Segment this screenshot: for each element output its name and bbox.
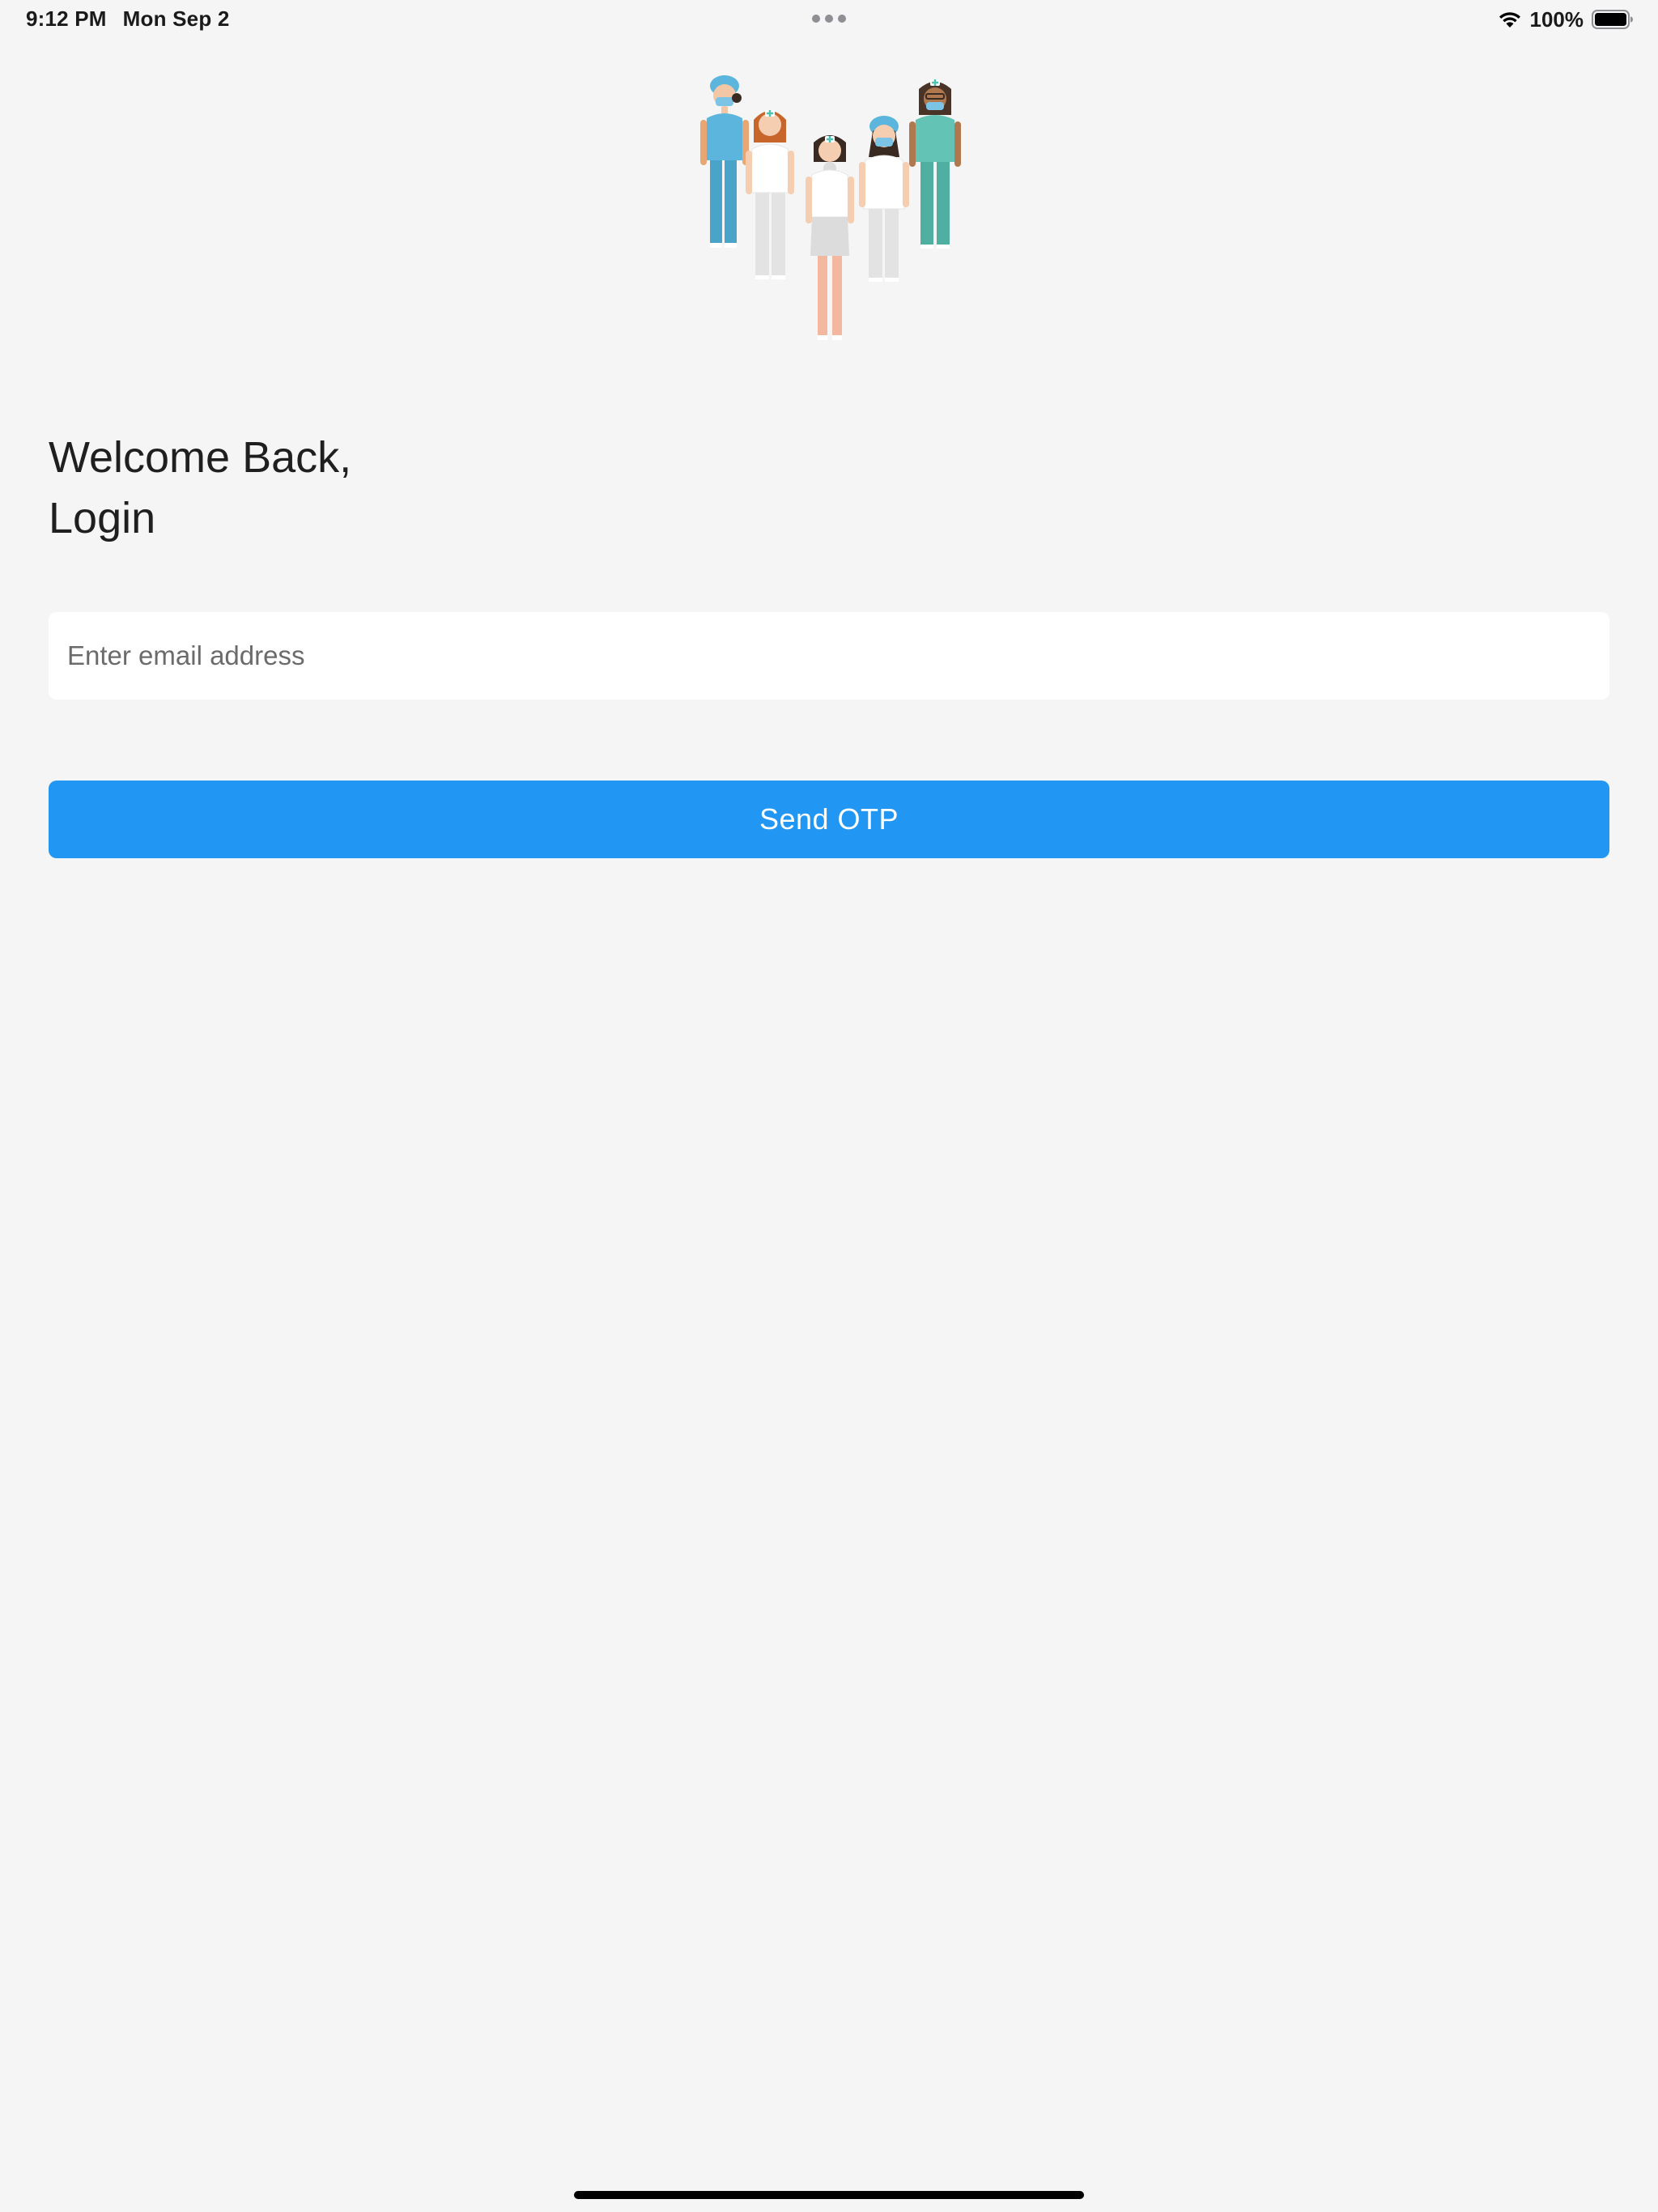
doctor-figure-1 [700, 75, 749, 248]
send-otp-button[interactable]: Send OTP [49, 781, 1609, 858]
nurse-figure-2 [746, 110, 794, 279]
welcome-heading: Welcome Back, Login [49, 428, 351, 549]
status-indicators: 100% [1498, 6, 1635, 32]
heading-line-login: Login [49, 494, 156, 542]
heading-line-welcome: Welcome Back, [49, 433, 352, 482]
multitasking-menu-icon[interactable] [812, 15, 846, 23]
status-date: Mon Sep 2 [122, 6, 230, 31]
nurse-figure-5 [909, 79, 961, 249]
battery-percentage: 100% [1529, 6, 1584, 32]
login-screen: 9:12 PM Mon Sep 2 100% Welcome Back, Log… [0, 0, 1658, 2212]
wifi-icon [1499, 12, 1520, 28]
medical-staff-illustration [700, 75, 961, 340]
status-bar: 9:12 PM Mon Sep 2 100% [0, 0, 1658, 39]
status-time: 9:12 PM [26, 6, 107, 31]
battery-icon [1592, 10, 1633, 29]
doctor-figure-4 [859, 116, 909, 282]
status-time-date: 9:12 PM Mon Sep 2 [26, 6, 230, 32]
nurse-figure-3 [806, 135, 854, 340]
home-indicator[interactable] [574, 2191, 1084, 2199]
email-input[interactable] [49, 612, 1609, 700]
